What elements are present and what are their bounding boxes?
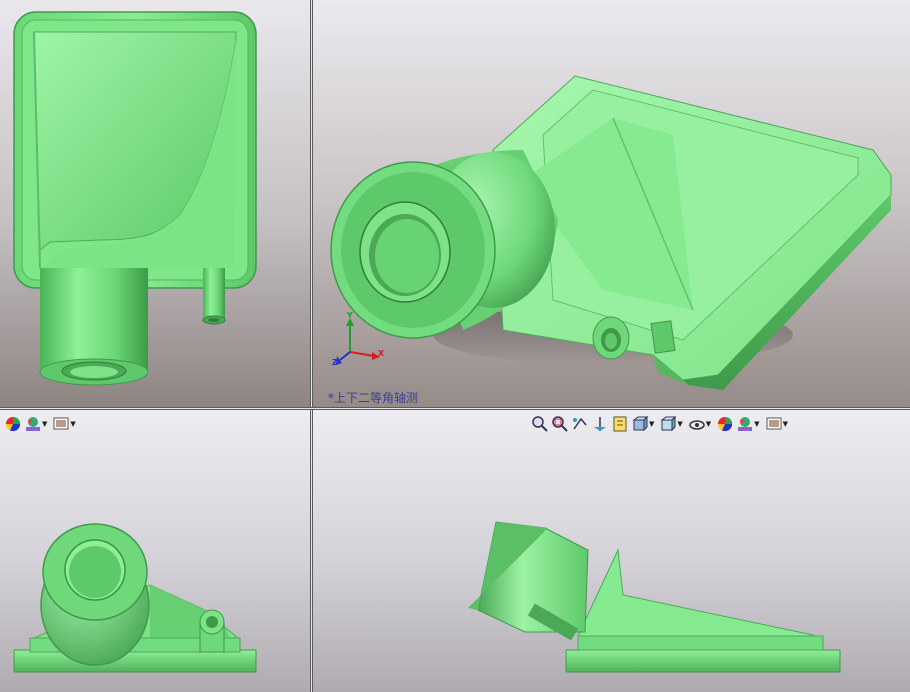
viewport-bottom-right[interactable]: ▼ ▼ ▼ ▼ ▼ — [313, 410, 910, 692]
vertical-divider-highlight — [311, 0, 312, 692]
part-top-view[interactable] — [0, 0, 310, 407]
viewport-top-right[interactable]: Y X Z *上下二等角轴测 — [313, 0, 910, 407]
viewport-top-left[interactable] — [0, 0, 310, 407]
part-front-view[interactable] — [0, 410, 310, 692]
part-isometric-view[interactable] — [313, 0, 910, 407]
triad-z-label: Z — [332, 358, 338, 367]
horizontal-divider-highlight — [0, 408, 910, 409]
triad-x-label: X — [378, 349, 385, 358]
coordinate-triad: Y X Z — [328, 311, 388, 372]
viewport-bottom-left[interactable]: ▼ ▼ — [0, 410, 310, 692]
triad-y-label: Y — [347, 311, 353, 320]
view-orientation-label: *上下二等角轴测 — [328, 391, 419, 405]
part-right-view[interactable] — [313, 410, 910, 692]
